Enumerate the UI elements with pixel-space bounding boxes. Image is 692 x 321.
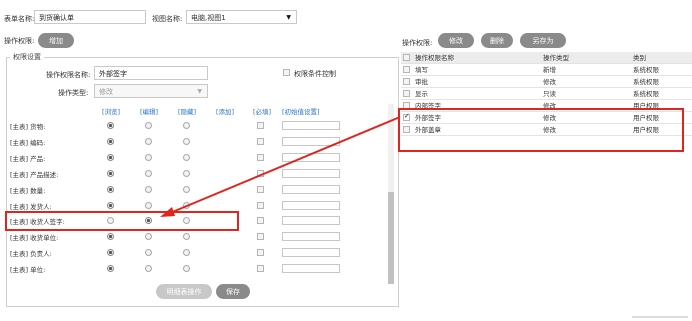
arrow-line [169, 116, 401, 214]
arrow-annotation [160, 116, 401, 217]
footer-divider [632, 316, 688, 318]
arrow-head [160, 207, 175, 217]
